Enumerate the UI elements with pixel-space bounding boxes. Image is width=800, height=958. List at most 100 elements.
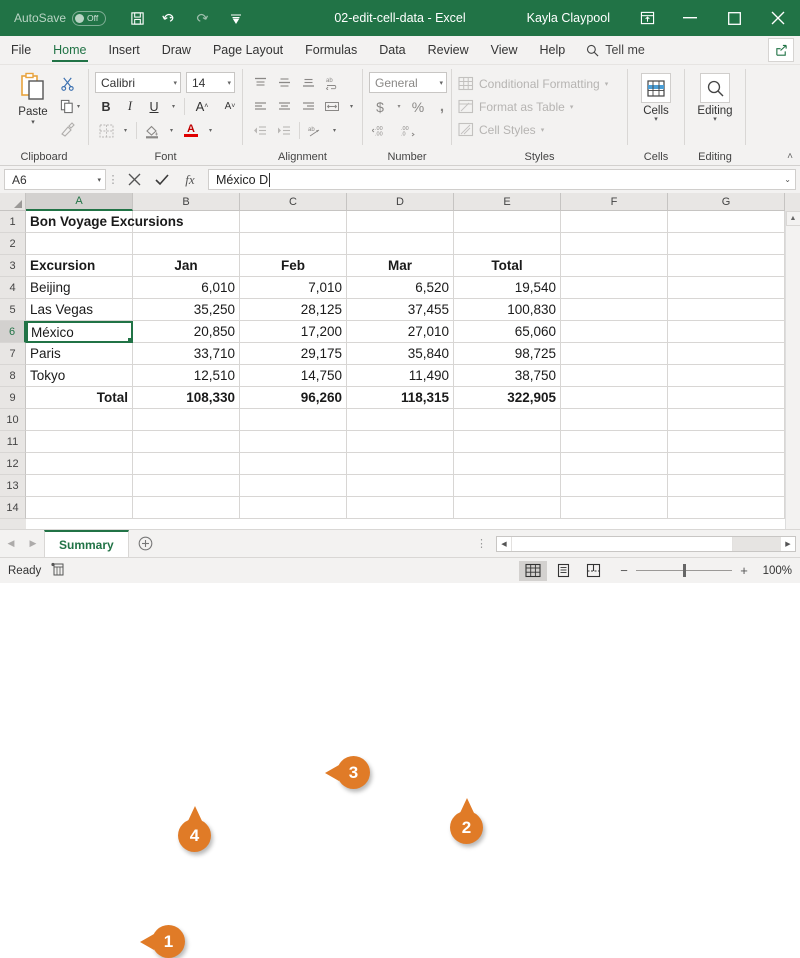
- accounting-chevron-down-icon[interactable]: ▾: [393, 96, 405, 117]
- cell-E3[interactable]: Total: [454, 255, 561, 277]
- cell-D1[interactable]: [347, 211, 454, 233]
- cell-E2[interactable]: [454, 233, 561, 255]
- fill-color-button[interactable]: [141, 120, 163, 141]
- cell-G14[interactable]: [668, 497, 785, 519]
- cell-G8[interactable]: [668, 365, 785, 387]
- orientation-button[interactable]: ab: [304, 120, 326, 141]
- cell-A10[interactable]: [26, 409, 133, 431]
- cell-F6[interactable]: [561, 321, 668, 343]
- tab-data[interactable]: Data: [368, 36, 416, 64]
- cell-E13[interactable]: [454, 475, 561, 497]
- column-header-c[interactable]: C: [240, 193, 347, 211]
- cell-C2[interactable]: [240, 233, 347, 255]
- editing-chevron-down-icon[interactable]: ▾: [713, 117, 717, 123]
- column-header-d[interactable]: D: [347, 193, 454, 211]
- cell-C6[interactable]: 17,200: [240, 321, 347, 343]
- tab-help[interactable]: Help: [529, 36, 577, 64]
- cell-D6[interactable]: 27,010: [347, 321, 454, 343]
- cell-F3[interactable]: [561, 255, 668, 277]
- cell-area[interactable]: Bon Voyage ExcursionsExcursionJanFebMarT…: [26, 211, 785, 529]
- tab-draw[interactable]: Draw: [151, 36, 202, 64]
- paste-chevron-down-icon[interactable]: ▾: [31, 118, 35, 126]
- cell-D2[interactable]: [347, 233, 454, 255]
- cell-B5[interactable]: 35,250: [133, 299, 240, 321]
- cell-G6[interactable]: [668, 321, 785, 343]
- cell-C14[interactable]: [240, 497, 347, 519]
- font-color-chevron-down-icon[interactable]: ▾: [204, 120, 217, 141]
- cell-C11[interactable]: [240, 431, 347, 453]
- tab-insert[interactable]: Insert: [98, 36, 151, 64]
- row-header-7[interactable]: 7: [0, 343, 26, 365]
- decrease-indent-button[interactable]: [249, 120, 271, 141]
- user-name[interactable]: Kayla Claypool: [527, 11, 610, 25]
- row-header-14[interactable]: 14: [0, 497, 26, 519]
- cell-C7[interactable]: 29,175: [240, 343, 347, 365]
- cell-G2[interactable]: [668, 233, 785, 255]
- cell-B8[interactable]: 12,510: [133, 365, 240, 387]
- cell-A7[interactable]: Paris: [26, 343, 133, 365]
- sheet-bar-grip[interactable]: ⋮: [470, 537, 493, 550]
- cut-button[interactable]: [60, 73, 80, 93]
- page-layout-view-icon[interactable]: [549, 561, 577, 581]
- comma-style-button[interactable]: ,: [431, 96, 453, 117]
- cell-styles-button[interactable]: Cell Styles ▾: [458, 119, 608, 140]
- merge-and-center-button[interactable]: [321, 96, 343, 117]
- cell-D10[interactable]: [347, 409, 454, 431]
- cell-D12[interactable]: [347, 453, 454, 475]
- cell-D5[interactable]: 37,455: [347, 299, 454, 321]
- zoom-slider-track[interactable]: [636, 570, 732, 571]
- editing-button[interactable]: Editing ▾: [691, 70, 739, 123]
- cell-A1[interactable]: Bon Voyage Excursions: [26, 211, 133, 233]
- middle-align-button[interactable]: [273, 72, 295, 93]
- cell-E5[interactable]: 100,830: [454, 299, 561, 321]
- cell-C9[interactable]: 96,260: [240, 387, 347, 409]
- number-format-combo[interactable]: General ▾: [369, 72, 447, 93]
- cell-B9[interactable]: 108,330: [133, 387, 240, 409]
- borders-chevron-down-icon[interactable]: ▾: [119, 120, 132, 141]
- horizontal-scrollbar[interactable]: ◀ ▶: [496, 536, 796, 552]
- underline-button[interactable]: U: [143, 96, 165, 117]
- tab-file[interactable]: File: [0, 36, 42, 64]
- cell-E10[interactable]: [454, 409, 561, 431]
- cell-A3[interactable]: Excursion: [26, 255, 133, 277]
- name-box-chevron-down-icon[interactable]: ▾: [97, 176, 101, 184]
- row-header-8[interactable]: 8: [0, 365, 26, 387]
- cell-G12[interactable]: [668, 453, 785, 475]
- cell-G4[interactable]: [668, 277, 785, 299]
- cell-E9[interactable]: 322,905: [454, 387, 561, 409]
- scroll-up-button[interactable]: ▲: [786, 211, 800, 226]
- scroll-left-button[interactable]: ◀: [497, 537, 511, 551]
- cell-D7[interactable]: 35,840: [347, 343, 454, 365]
- cell-B3[interactable]: Jan: [133, 255, 240, 277]
- row-header-9[interactable]: 9: [0, 387, 26, 409]
- scroll-right-button[interactable]: ▶: [781, 537, 795, 551]
- zoom-out-button[interactable]: −: [619, 563, 629, 578]
- new-sheet-button[interactable]: [129, 530, 163, 557]
- tab-view[interactable]: View: [480, 36, 529, 64]
- formula-input[interactable]: México D ⌄: [208, 169, 796, 190]
- row-header-12[interactable]: 12: [0, 453, 26, 475]
- cell-A8[interactable]: Tokyo: [26, 365, 133, 387]
- tab-page-layout[interactable]: Page Layout: [202, 36, 294, 64]
- cell-E7[interactable]: 98,725: [454, 343, 561, 365]
- column-header-e[interactable]: E: [454, 193, 561, 211]
- cell-C1[interactable]: [240, 211, 347, 233]
- copy-button[interactable]: ▾: [60, 96, 80, 116]
- borders-button[interactable]: [95, 120, 117, 141]
- paste-button[interactable]: Paste ▾: [6, 70, 60, 126]
- share-button[interactable]: [768, 38, 794, 62]
- cell-F12[interactable]: [561, 453, 668, 475]
- tab-home[interactable]: Home: [42, 36, 97, 64]
- cell-F14[interactable]: [561, 497, 668, 519]
- decrease-font-size-button[interactable]: A˅: [217, 96, 243, 117]
- cancel-edit-button[interactable]: [120, 169, 148, 190]
- tab-formulas[interactable]: Formulas: [294, 36, 368, 64]
- row-header-5[interactable]: 5: [0, 299, 26, 321]
- increase-decimal-button[interactable]: .00.00: [369, 120, 395, 141]
- cell-G10[interactable]: [668, 409, 785, 431]
- previous-sheet-icon[interactable]: ◀: [0, 530, 22, 557]
- undo-icon[interactable]: [161, 9, 179, 27]
- decrease-decimal-button[interactable]: .00.0: [397, 120, 423, 141]
- format-painter-button[interactable]: [60, 119, 80, 139]
- cell-F13[interactable]: [561, 475, 668, 497]
